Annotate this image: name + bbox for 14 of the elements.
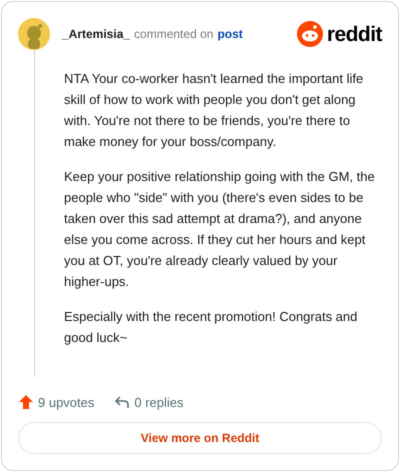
comment-paragraph: Keep your positive relationship going with the GM, the people who "side" with you (there's even sides to be taken over this sad attempt at drama?), and anyone else you come across. If they cut her hours and kept you at OT, you're already clearly valued by your higher-ups. xyxy=(64,168,376,291)
reply-count: 0 replies xyxy=(134,394,184,412)
comment-paragraph: Especially with the recent promotion! Congrats and good luck~ xyxy=(64,308,358,347)
avatar-icon xyxy=(18,18,50,50)
action-text: commented on xyxy=(134,26,214,43)
upvote-count: 9 upvotes xyxy=(38,394,94,412)
author-name[interactable]: _Artemisia_ xyxy=(62,25,130,43)
logo-text: reddit xyxy=(326,24,382,44)
logo-icon xyxy=(296,21,323,47)
reply-icon[interactable] xyxy=(114,394,130,410)
upvote-icon[interactable] xyxy=(18,394,34,410)
view-more-button[interactable]: View more on Reddit xyxy=(18,422,382,454)
post-link[interactable]: post xyxy=(217,25,243,43)
comment-paragraph: NTA Your co-worker hasn't learned the important life skill of how to work with people you don't get along with. You're not there to be friends, you're there to make money for your boss/company. xyxy=(64,70,364,151)
